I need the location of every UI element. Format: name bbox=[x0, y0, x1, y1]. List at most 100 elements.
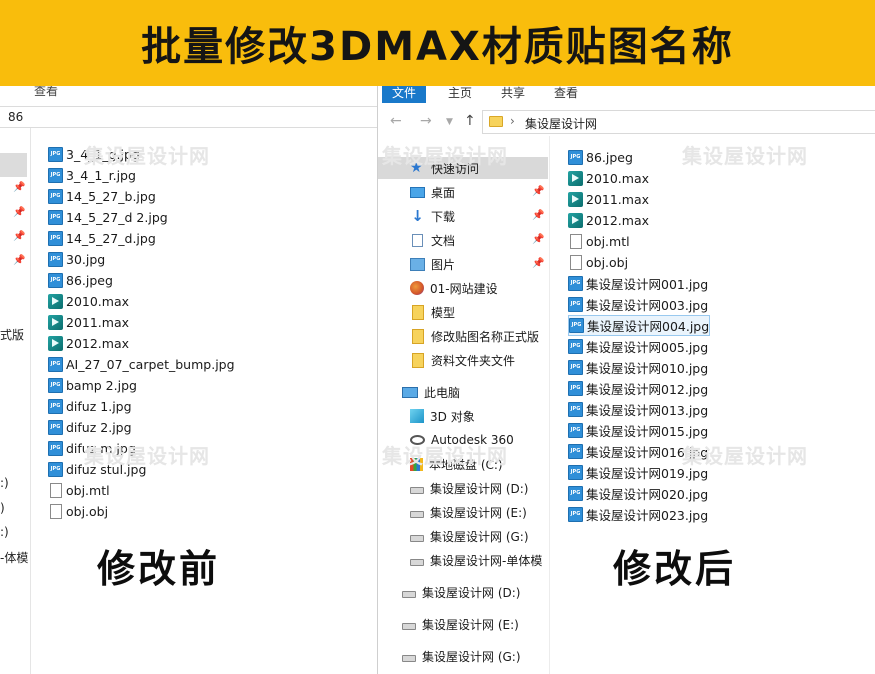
file-item[interactable]: 集设屋设计网015.jpg bbox=[568, 420, 708, 441]
file-name: 集设屋设计网016.jpg bbox=[586, 445, 709, 460]
file-item[interactable]: 集设屋设计网010.jpg bbox=[568, 357, 708, 378]
file-item[interactable]: 集设屋设计网003.jpg bbox=[568, 294, 708, 315]
ribbon-tab-view[interactable]: 查看 bbox=[544, 86, 588, 103]
caption-before: 修改前 bbox=[97, 547, 221, 591]
nav-item-label: 本地磁盘 (C:) bbox=[429, 457, 503, 472]
jpg-file-icon bbox=[568, 402, 583, 417]
file-item[interactable]: 86.jpeg bbox=[568, 147, 633, 168]
nav-item[interactable]: 集设屋设计网 (G:) bbox=[378, 525, 548, 547]
file-item[interactable]: bamp 2.jpg bbox=[48, 375, 137, 396]
nav-item[interactable]: 此电脑 bbox=[378, 381, 548, 403]
file-item[interactable]: AI_27_07_carpet_bump.jpg bbox=[48, 354, 235, 375]
nav-selected-item[interactable] bbox=[0, 153, 27, 177]
pin-icon[interactable]: 📌 bbox=[532, 234, 544, 245]
file-item[interactable]: 2010.max bbox=[48, 291, 129, 312]
nav-item[interactable]: 01-网站建设 bbox=[378, 277, 548, 299]
nav-item-label: 快速访问 bbox=[431, 161, 480, 176]
nav-item-label[interactable]: :) bbox=[0, 525, 9, 539]
address-bar[interactable]: 86 bbox=[0, 106, 377, 128]
file-item[interactable]: 2011.max bbox=[48, 312, 129, 333]
pin-icon[interactable]: 📌 bbox=[532, 258, 544, 269]
up-arrow-icon[interactable]: ↑ bbox=[464, 113, 476, 129]
nav-item[interactable]: 本地磁盘 (C:) bbox=[378, 453, 548, 475]
chevron-right-icon[interactable]: › bbox=[510, 114, 515, 128]
file-item[interactable]: 2011.max bbox=[568, 189, 649, 210]
forward-arrow-icon[interactable]: → bbox=[420, 113, 432, 129]
nav-item[interactable]: 集设屋设计网 (G:) bbox=[378, 645, 548, 667]
file-name: 集设屋设计网023.jpg bbox=[586, 508, 709, 523]
pin-icon[interactable]: 📌 bbox=[532, 210, 544, 221]
jpg-file-icon bbox=[568, 507, 583, 522]
nav-item-label: 集设屋设计网 (D:) bbox=[422, 585, 521, 600]
file-item[interactable]: 3_4_1_r.jpg bbox=[48, 165, 136, 186]
file-item[interactable]: 集设屋设计网012.jpg bbox=[568, 378, 708, 399]
file-item[interactable]: 86.jpeg bbox=[48, 270, 113, 291]
nav-item-label: 修改贴图名称正式版 bbox=[431, 329, 540, 344]
ribbon-tab-share[interactable]: 共享 bbox=[491, 86, 535, 103]
file-item[interactable]: difuz m.jpg bbox=[48, 438, 136, 459]
nav-item[interactable]: 文档 📌 bbox=[378, 229, 548, 251]
nav-item[interactable]: 集设屋设计网 (E:) bbox=[378, 613, 548, 635]
nav-item-label: 图片 bbox=[431, 257, 456, 272]
file-item[interactable]: 14_5_27_d 2.jpg bbox=[48, 207, 168, 228]
file-item[interactable]: 集设屋设计网005.jpg bbox=[568, 336, 708, 357]
file-item[interactable]: obj.obj bbox=[48, 501, 108, 522]
nav-item[interactable]: ↓ 下载 📌 bbox=[378, 205, 548, 227]
jpg-file-icon bbox=[568, 360, 583, 375]
nav-item[interactable]: Autodesk 360 bbox=[378, 429, 548, 451]
file-item[interactable]: difuz 1.jpg bbox=[48, 396, 132, 417]
file-item[interactable]: 集设屋设计网020.jpg bbox=[568, 483, 708, 504]
nav-item-label: 下载 bbox=[431, 209, 456, 224]
file-item[interactable]: 14_5_27_d.jpg bbox=[48, 228, 156, 249]
nav-item-label[interactable]: -体模 bbox=[0, 549, 28, 566]
ribbon-tab-view[interactable]: 查看 bbox=[34, 86, 58, 99]
pin-icon[interactable]: 📌 bbox=[532, 186, 544, 197]
nav-item-label: 01-网站建设 bbox=[430, 281, 498, 296]
file-item[interactable]: 集设屋设计网001.jpg bbox=[568, 273, 708, 294]
file-item[interactable]: obj.obj bbox=[568, 252, 628, 273]
file-name: bamp 2.jpg bbox=[66, 378, 137, 393]
nav-item[interactable]: ★ 快速访问 bbox=[378, 157, 548, 179]
file-item[interactable]: 集设屋设计网004.jpg bbox=[568, 315, 711, 336]
file-item[interactable]: 集设屋设计网019.jpg bbox=[568, 462, 708, 483]
nav-item[interactable]: 集设屋设计网 (D:) bbox=[378, 581, 548, 603]
nav-item-label[interactable]: :) bbox=[0, 476, 9, 490]
nav-item-label[interactable]: 式版 bbox=[0, 326, 24, 343]
file-item[interactable]: difuz stul.jpg bbox=[48, 459, 146, 480]
nav-item-label: 集设屋设计网 (G:) bbox=[430, 529, 529, 544]
file-item[interactable]: 30.jpg bbox=[48, 249, 105, 270]
file-item[interactable]: 2012.max bbox=[48, 333, 129, 354]
file-item[interactable]: 集设屋设计网013.jpg bbox=[568, 399, 708, 420]
nav-item[interactable]: 桌面 📌 bbox=[378, 181, 548, 203]
file-item[interactable]: difuz 2.jpg bbox=[48, 417, 132, 438]
nav-item[interactable]: 3D 对象 bbox=[378, 405, 548, 427]
file-item[interactable]: 2010.max bbox=[568, 168, 649, 189]
drive-icon bbox=[402, 622, 416, 630]
ribbon-tab-home[interactable]: 主页 bbox=[438, 86, 482, 103]
documents-icon bbox=[412, 233, 423, 247]
nav-item[interactable]: 集设屋设计网-单体模 bbox=[378, 549, 548, 571]
file-name: 2011.max bbox=[586, 192, 650, 207]
address-bar[interactable]: › 集设屋设计网 bbox=[482, 110, 875, 134]
nav-item-label: 资料文件夹文件 bbox=[431, 353, 516, 368]
nav-item[interactable]: 集设屋设计网 (E:) bbox=[378, 501, 548, 523]
ribbon-tab-file[interactable]: 文件 bbox=[382, 86, 427, 103]
nav-item[interactable]: 资料文件夹文件 bbox=[378, 349, 548, 371]
file-item[interactable]: 2012.max bbox=[568, 210, 649, 231]
nav-item-label[interactable]: ) bbox=[0, 501, 5, 515]
back-arrow-icon[interactable]: ← bbox=[390, 113, 402, 129]
file-item[interactable]: obj.mtl bbox=[48, 480, 110, 501]
document-file-icon bbox=[570, 234, 582, 249]
nav-item[interactable]: 模型 bbox=[378, 301, 548, 323]
file-name: 集设屋设计网012.jpg bbox=[586, 382, 709, 397]
nav-item[interactable]: 修改贴图名称正式版 bbox=[378, 325, 548, 347]
file-item[interactable]: 集设屋设计网016.jpg bbox=[568, 441, 708, 462]
title-banner: 批量修改3DMAX材质贴图名称 bbox=[0, 0, 875, 86]
nav-item[interactable]: 图片 📌 bbox=[378, 253, 548, 275]
file-item[interactable]: 14_5_27_b.jpg bbox=[48, 186, 156, 207]
file-item[interactable]: 集设屋设计网023.jpg bbox=[568, 504, 708, 525]
file-item[interactable]: obj.mtl bbox=[568, 231, 630, 252]
nav-item[interactable]: 集设屋设计网 (D:) bbox=[378, 477, 548, 499]
chevron-down-icon[interactable]: ▼ bbox=[446, 117, 453, 127]
file-item[interactable]: 3_4_1_g.jpg bbox=[48, 144, 140, 165]
